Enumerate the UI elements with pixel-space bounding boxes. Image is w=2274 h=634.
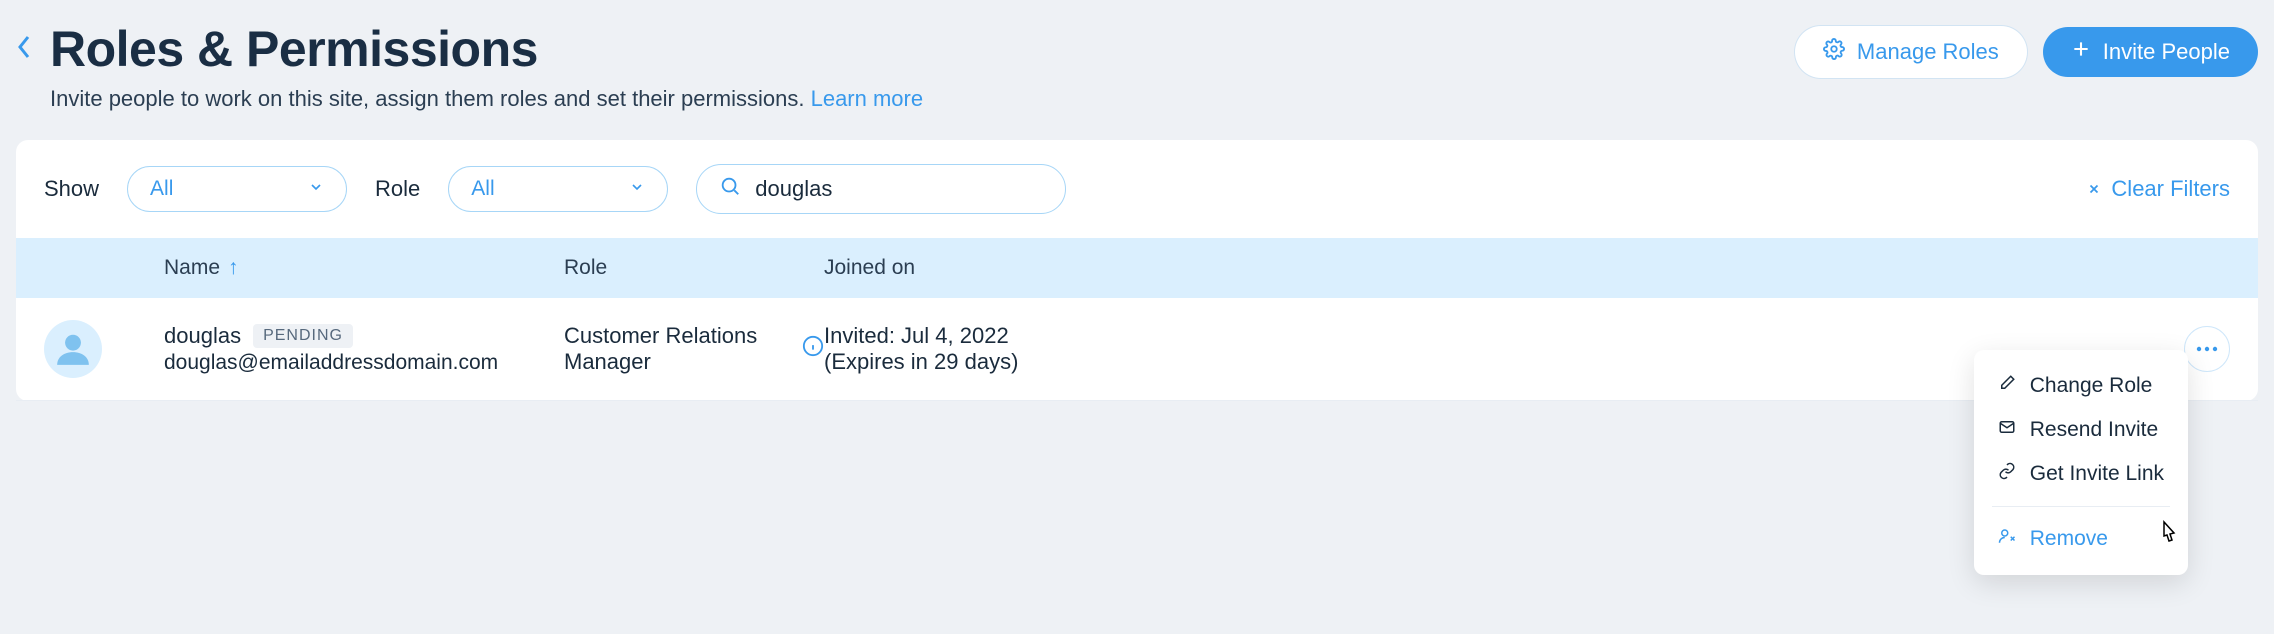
invite-people-button[interactable]: Invite People [2043,27,2258,77]
menu-resend-invite-label: Resend Invite [2030,418,2158,442]
user-remove-icon [1998,527,2016,551]
manage-roles-label: Manage Roles [1857,39,1999,65]
filter-bar: Show All Role All Clear Filters [16,140,2258,238]
user-role: Customer Relations Manager [564,323,786,375]
clear-filters-button[interactable]: Clear Filters [2087,176,2230,202]
status-badge: PENDING [253,324,353,348]
search-field[interactable] [696,164,1066,214]
info-icon[interactable] [802,335,824,363]
joined-expires: (Expires in 29 days) [824,349,1304,375]
role-filter-value: All [471,177,494,201]
subtitle-text: Invite people to work on this site, assi… [50,86,811,111]
menu-divider [1992,506,2170,507]
sort-ascending-icon: ↑ [228,256,239,280]
chevron-down-icon [629,177,645,201]
role-label: Role [375,176,420,202]
role-filter-select[interactable]: All [448,166,668,212]
search-icon [719,175,741,203]
learn-more-link[interactable]: Learn more [811,86,924,111]
back-button[interactable] [16,20,32,66]
menu-change-role-label: Change Role [2030,374,2153,398]
page-subtitle: Invite people to work on this site, assi… [50,86,1777,112]
show-label: Show [44,176,99,202]
chevron-down-icon [308,177,324,201]
menu-remove-label: Remove [2030,527,2108,551]
column-header-role[interactable]: Role [564,256,824,280]
manage-roles-button[interactable]: Manage Roles [1795,26,2027,78]
column-name-label: Name [164,256,220,280]
search-input[interactable] [755,176,1043,202]
clear-filters-label: Clear Filters [2111,176,2230,202]
gear-icon [1823,38,1845,66]
menu-remove[interactable]: Remove [1974,517,2188,561]
mail-icon [1998,418,2016,442]
column-header-joined[interactable]: Joined on [824,256,1304,280]
joined-invited: Invited: Jul 4, 2022 [824,323,1304,349]
close-icon [2087,176,2101,202]
pencil-icon [1998,374,2016,398]
menu-get-invite-link[interactable]: Get Invite Link [1974,452,2188,496]
table-row: douglas PENDING douglas@emailaddressdoma… [16,298,2258,401]
table-header: Name ↑ Role Joined on [16,238,2258,298]
invite-people-label: Invite People [2103,39,2230,65]
row-more-button[interactable] [2184,326,2230,372]
user-email: douglas@emailaddressdomain.com [164,351,564,375]
menu-change-role[interactable]: Change Role [1974,364,2188,408]
page-title: Roles & Permissions [50,20,1777,78]
avatar [44,320,102,378]
content-panel: Show All Role All Clear Filters [16,140,2258,401]
show-filter-value: All [150,177,173,201]
row-context-menu: Change Role Resend Invite Get Invite Lin… [1974,350,2188,575]
show-filter-select[interactable]: All [127,166,347,212]
link-icon [1998,462,2016,486]
column-header-name[interactable]: Name ↑ [164,256,564,280]
menu-get-invite-link-label: Get Invite Link [2030,462,2164,486]
menu-resend-invite[interactable]: Resend Invite [1974,408,2188,452]
plus-icon [2071,39,2091,65]
user-name: douglas [164,323,241,349]
